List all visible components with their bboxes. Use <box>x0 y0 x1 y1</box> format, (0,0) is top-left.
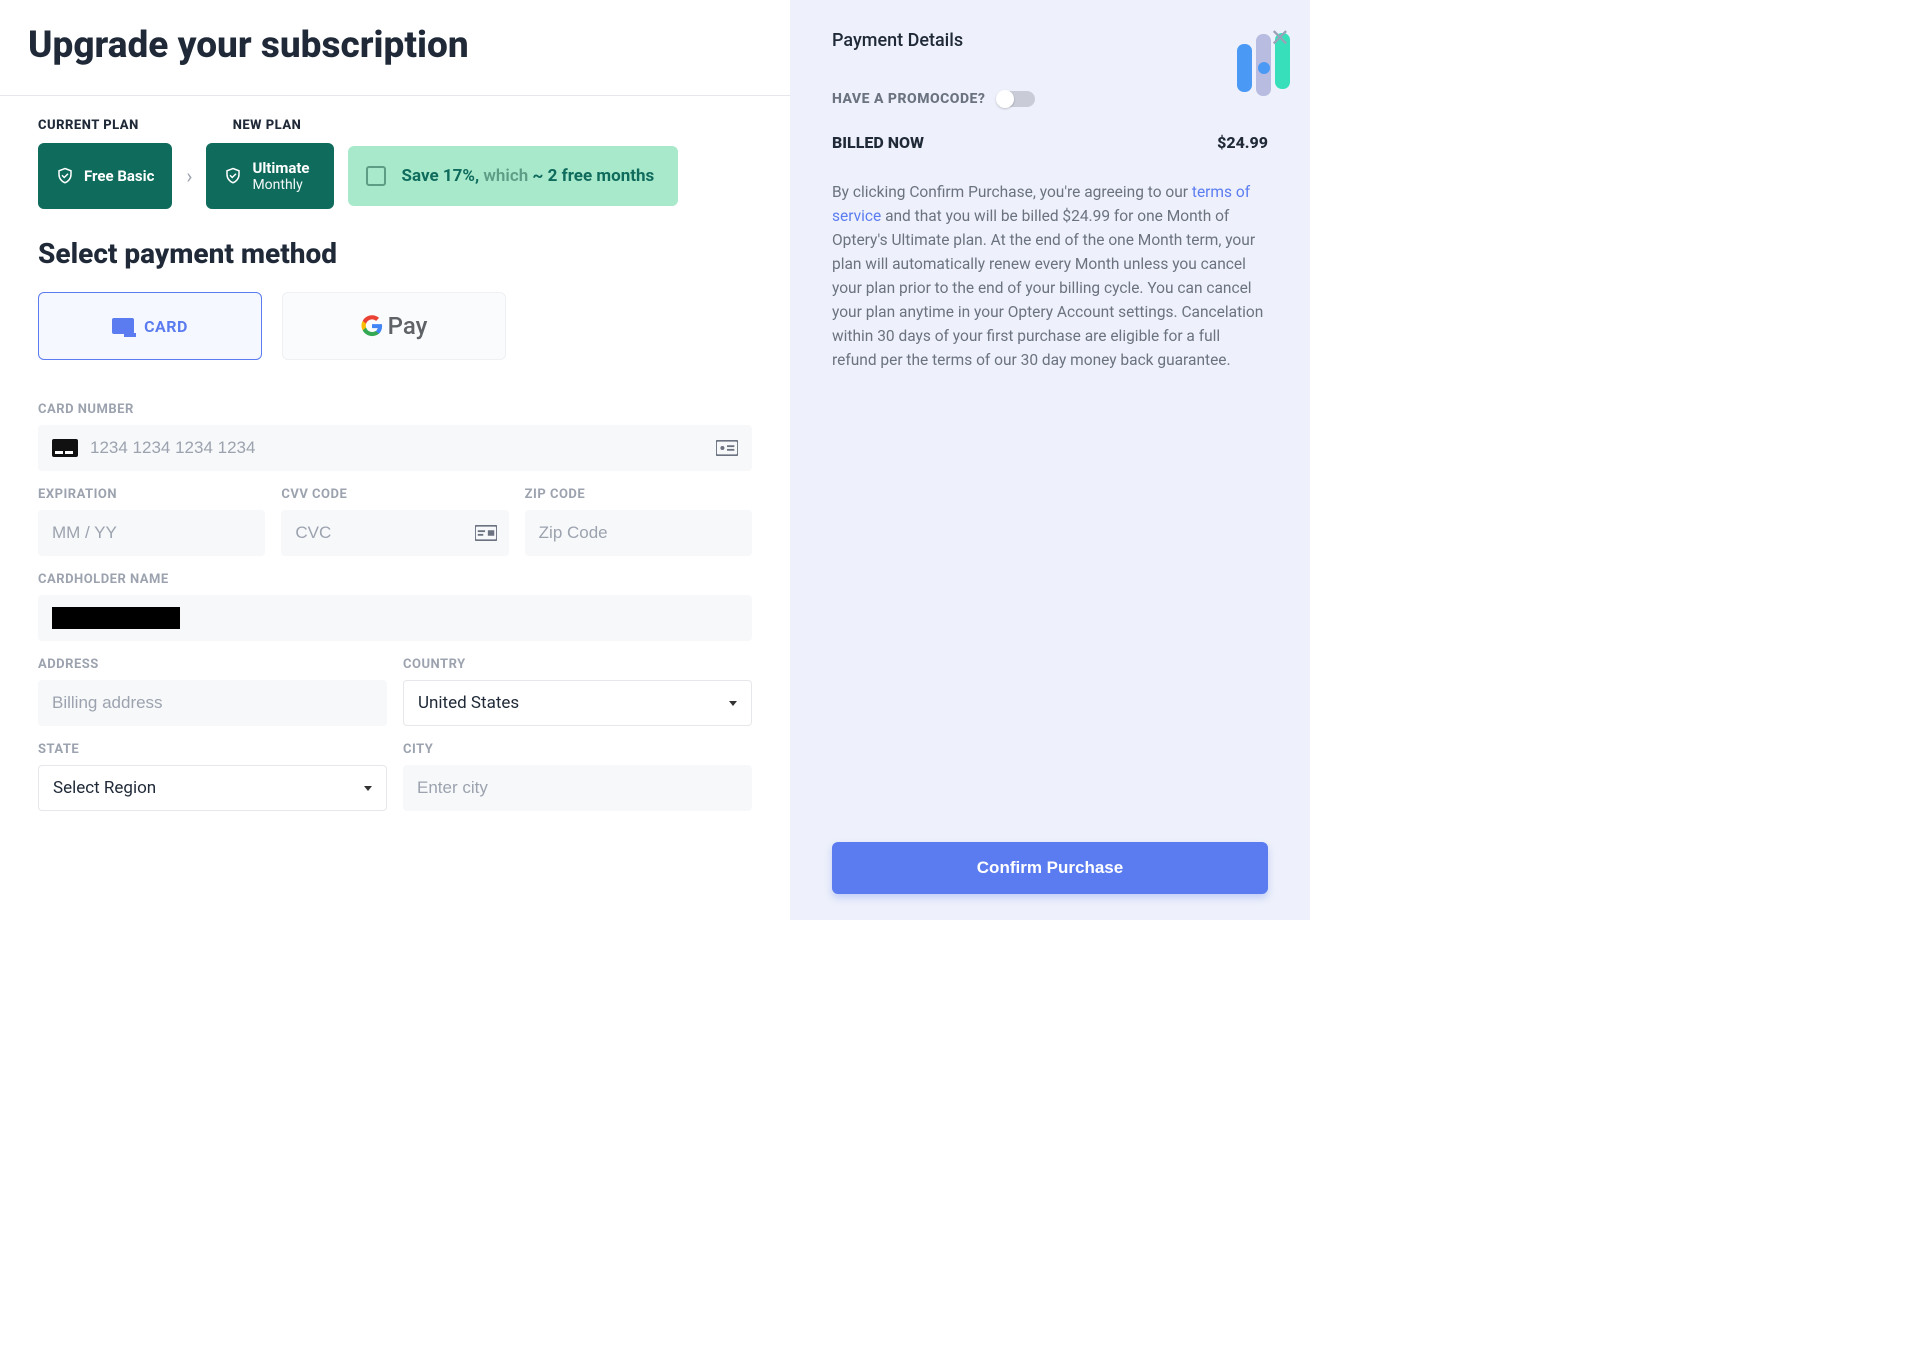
new-plan-chip: Ultimate Monthly <box>206 143 333 209</box>
new-plan-name: Ultimate <box>252 159 309 177</box>
chevron-right-icon: › <box>186 164 192 188</box>
content: CURRENT PLAN NEW PLAN Free Basic › Ultim… <box>0 96 790 849</box>
promo-row: HAVE A PROMOCODE? <box>832 91 1268 107</box>
cardholder-group: CARDHOLDER NAME <box>38 572 752 641</box>
close-icon[interactable]: ✕ <box>1270 24 1290 52</box>
country-group: COUNTRY United States <box>403 657 752 726</box>
expiration-label: EXPIRATION <box>38 487 265 502</box>
current-plan-name: Free Basic <box>84 167 154 185</box>
address-input[interactable] <box>38 680 387 726</box>
card-number-group: CARD NUMBER <box>38 402 752 471</box>
current-plan-label: CURRENT PLAN <box>38 118 139 133</box>
country-select[interactable]: United States <box>403 680 752 726</box>
city-label: CITY <box>403 742 752 757</box>
zip-input[interactable] <box>525 510 752 556</box>
gpay-logo: Pay <box>361 312 428 340</box>
billed-label: BILLED NOW <box>832 133 924 152</box>
plan-row: Free Basic › Ultimate Monthly Save 17%, … <box>38 143 752 209</box>
cvv-hint-icon[interactable] <box>475 525 497 541</box>
expiration-group: EXPIRATION <box>38 487 265 556</box>
country-label: COUNTRY <box>403 657 752 672</box>
new-plan-cycle: Monthly <box>252 177 309 194</box>
current-plan-chip: Free Basic <box>38 143 172 209</box>
state-city-row: STATE Select Region CITY <box>38 742 752 811</box>
country-value: United States <box>418 693 519 713</box>
payment-method-title: Select payment method <box>38 237 752 270</box>
payment-method-tabs: CARD Pay <box>38 292 752 360</box>
address-country-row: ADDRESS COUNTRY United States <box>38 657 752 726</box>
zip-label: ZIP CODE <box>525 487 752 502</box>
plan-labels: CURRENT PLAN NEW PLAN <box>38 118 752 133</box>
save-text: Save 17%, which ~ 2 free months <box>402 166 655 186</box>
right-panel: ✕ Payment Details HAVE A PROMOCODE? BILL… <box>790 0 1310 920</box>
cvv-group: CVV CODE <box>281 487 508 556</box>
shield-icon <box>56 165 74 187</box>
checkbox-icon[interactable] <box>366 166 386 186</box>
exp-cvv-zip-row: EXPIRATION CVV CODE ZIP CODE <box>38 487 752 556</box>
state-group: STATE Select Region <box>38 742 387 811</box>
billed-row: BILLED NOW $24.99 <box>832 133 1268 152</box>
city-group: CITY <box>403 742 752 811</box>
address-group: ADDRESS <box>38 657 387 726</box>
shield-icon <box>224 165 242 187</box>
chevron-down-icon <box>729 701 737 706</box>
promo-toggle[interactable] <box>997 91 1035 107</box>
left-panel: Upgrade your subscription CURRENT PLAN N… <box>0 0 790 920</box>
state-value: Select Region <box>53 778 156 798</box>
disclaimer-text: By clicking Confirm Purchase, you're agr… <box>832 180 1268 822</box>
cardholder-input-wrap[interactable] <box>38 595 752 641</box>
tab-google-pay[interactable]: Pay <box>282 292 506 360</box>
autofill-icon[interactable] <box>716 440 738 456</box>
city-input[interactable] <box>403 765 752 811</box>
save-annual-banner[interactable]: Save 17%, which ~ 2 free months <box>348 146 679 206</box>
expiration-input[interactable] <box>38 510 265 556</box>
cardholder-label: CARDHOLDER NAME <box>38 572 752 587</box>
card-number-label: CARD NUMBER <box>38 402 752 417</box>
card-icon <box>112 318 134 334</box>
billed-amount: $24.99 <box>1217 133 1268 152</box>
confirm-purchase-button[interactable]: Confirm Purchase <box>832 842 1268 894</box>
promo-label: HAVE A PROMOCODE? <box>832 91 985 107</box>
state-select[interactable]: Select Region <box>38 765 387 811</box>
tab-card[interactable]: CARD <box>38 292 262 360</box>
address-label: ADDRESS <box>38 657 387 672</box>
state-label: STATE <box>38 742 387 757</box>
card-number-input[interactable] <box>90 438 716 458</box>
payment-details-title: Payment Details <box>832 30 1268 51</box>
cvv-label: CVV CODE <box>281 487 508 502</box>
new-plan-text: Ultimate Monthly <box>252 159 309 194</box>
card-number-wrap[interactable] <box>38 425 752 471</box>
header: Upgrade your subscription <box>0 0 790 96</box>
zip-group: ZIP CODE <box>525 487 752 556</box>
chevron-down-icon <box>364 786 372 791</box>
card-icon <box>52 439 78 457</box>
page-title: Upgrade your subscription <box>28 24 762 67</box>
card-tab-label: CARD <box>144 317 188 336</box>
cardholder-redacted <box>52 607 180 629</box>
new-plan-label: NEW PLAN <box>233 118 302 133</box>
